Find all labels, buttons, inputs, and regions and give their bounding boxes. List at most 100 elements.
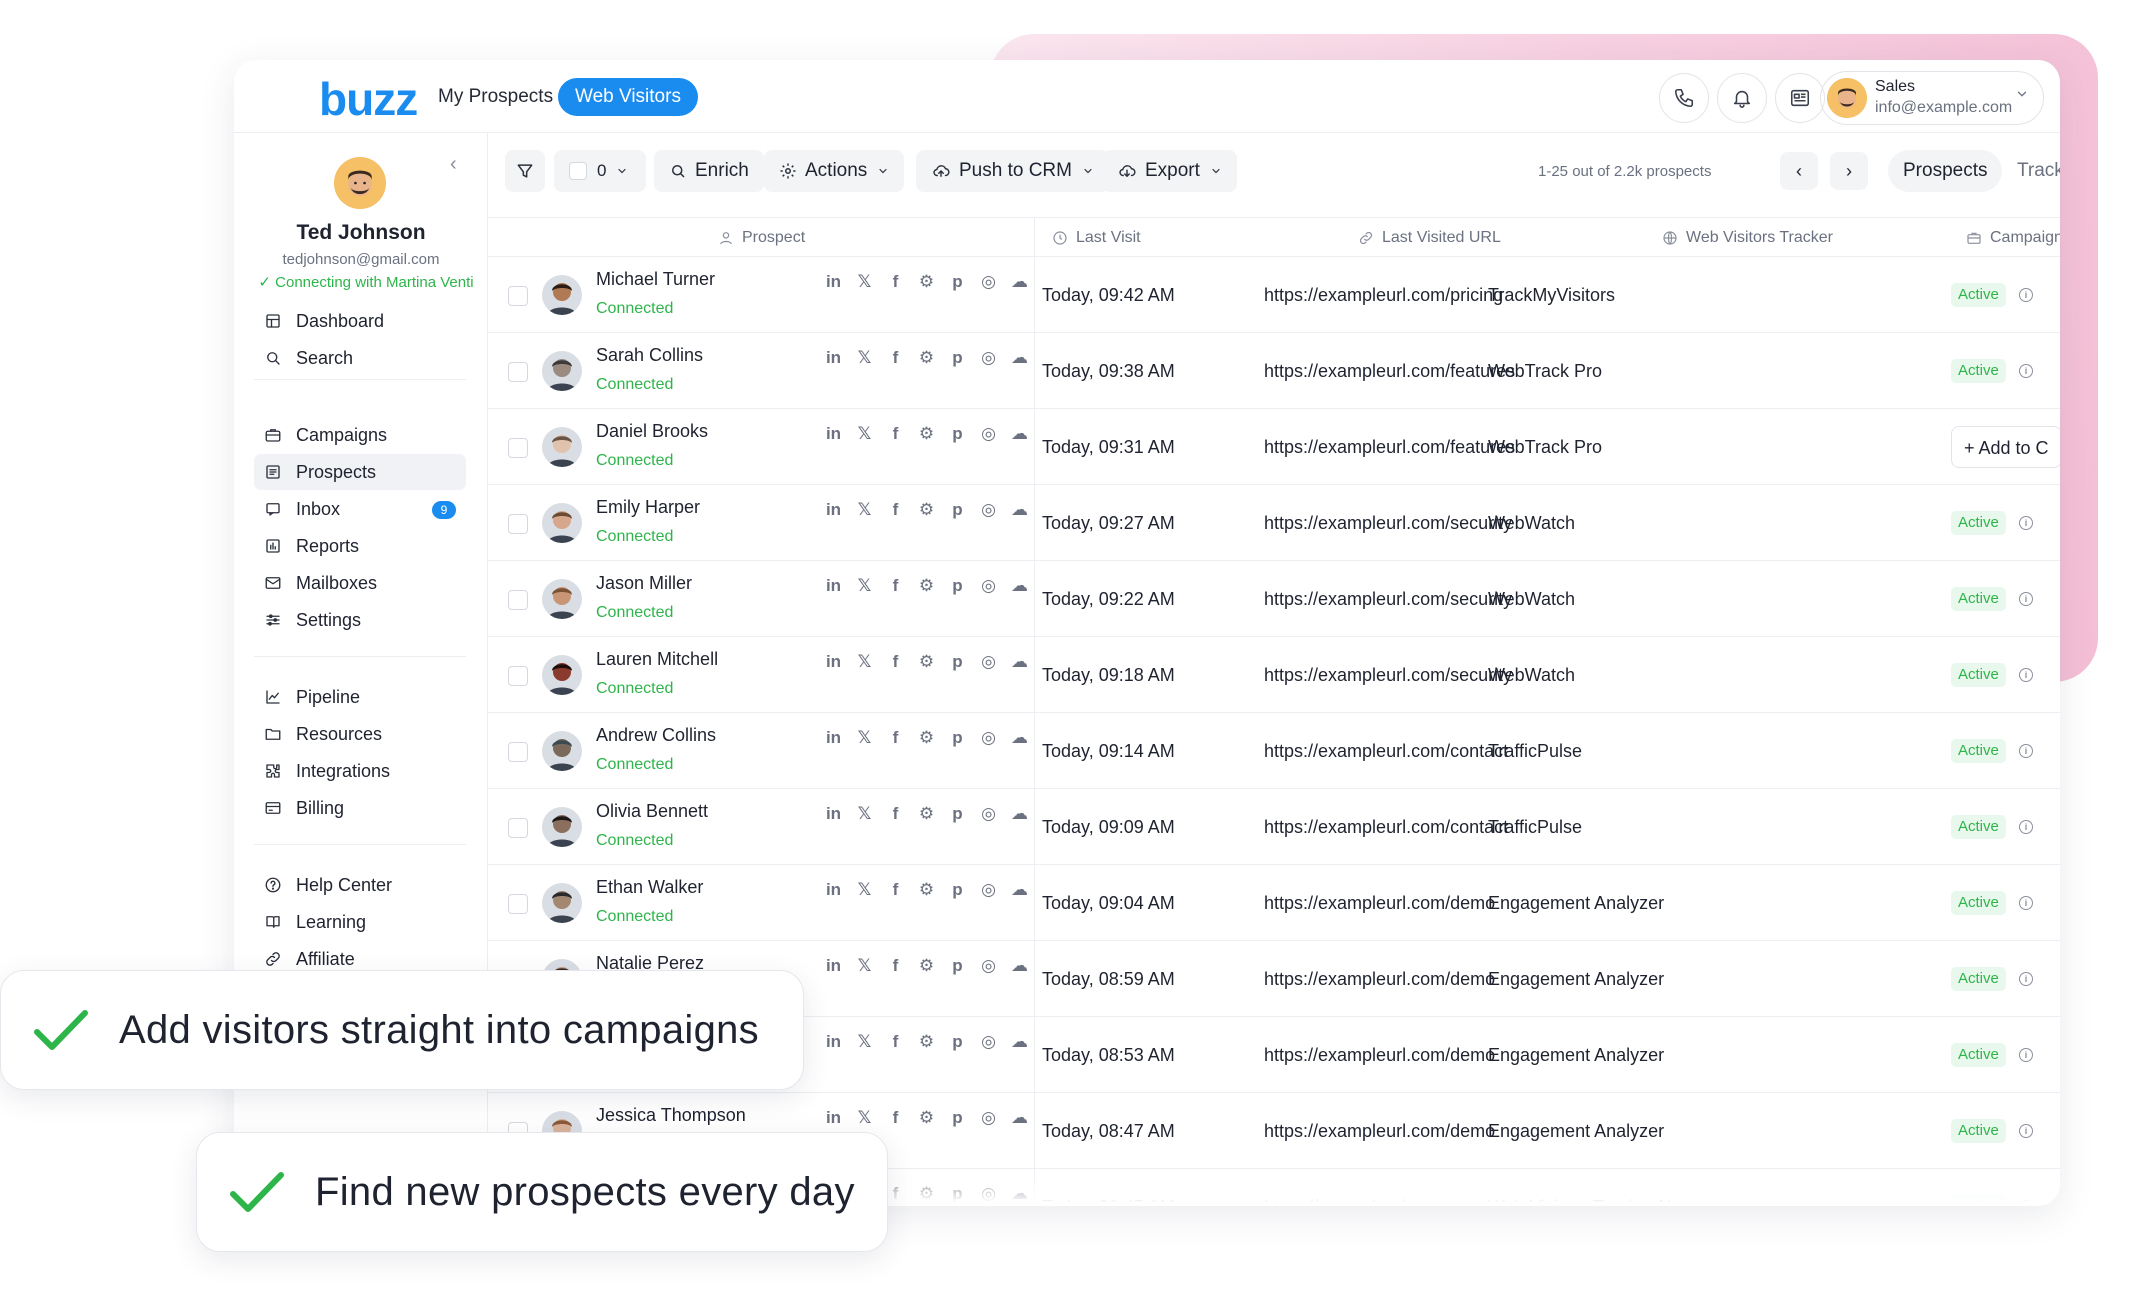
facebook-icon[interactable]: f xyxy=(880,271,911,293)
view-trackers[interactable]: Trackers xyxy=(2002,150,2060,192)
hubspot-icon[interactable]: ⚙ xyxy=(911,423,942,445)
table-row[interactable]: Daniel Brooks Connected in 𝕏f ⚙ p ◎ ☁ Today, 09:… xyxy=(488,409,2060,485)
user-menu[interactable]: Sales info@example.com xyxy=(1820,71,2044,125)
tab-web-visitors[interactable]: Web Visitors xyxy=(558,78,698,116)
dribbble-icon[interactable]: ◎ xyxy=(973,347,1004,369)
salesforce-icon[interactable]: ☁ xyxy=(1004,347,1035,369)
view-prospects[interactable]: Prospects xyxy=(1888,150,2003,192)
select-all-checkbox[interactable] xyxy=(569,162,587,180)
pipedrive-icon[interactable]: p xyxy=(942,803,973,825)
facebook-icon[interactable]: f xyxy=(880,955,911,977)
sidebar-item-help-center[interactable]: Help Center xyxy=(254,867,466,903)
linkedin-icon[interactable]: in xyxy=(818,651,849,673)
info-icon[interactable]: i xyxy=(2019,896,2033,910)
pipedrive-icon[interactable]: p xyxy=(942,727,973,749)
salesforce-icon[interactable]: ☁ xyxy=(1004,1031,1035,1053)
linkedin-icon[interactable]: in xyxy=(818,803,849,825)
visited-url[interactable]: https://exampleurl.com/features xyxy=(1264,333,1515,409)
sidebar-item-mailboxes[interactable]: Mailboxes xyxy=(254,565,466,601)
x-twitter-icon[interactable]: 𝕏 xyxy=(849,955,880,977)
hubspot-icon[interactable]: ⚙ xyxy=(911,271,942,293)
visited-url[interactable]: https://exampleurl.com/security xyxy=(1264,561,1512,637)
visited-url[interactable]: https://exampleurl.com/security xyxy=(1264,485,1512,561)
actions-button[interactable]: Actions xyxy=(764,150,905,192)
pipedrive-icon[interactable]: p xyxy=(942,271,973,293)
notifications-button[interactable] xyxy=(1717,73,1767,123)
prev-page-button[interactable]: ‹ xyxy=(1780,152,1818,190)
dribbble-icon[interactable]: ◎ xyxy=(973,803,1004,825)
prospect-name[interactable]: Michael Turner xyxy=(596,269,715,290)
visited-url[interactable]: https://exampleurl.com/contact xyxy=(1264,713,1508,789)
visited-url[interactable]: https://exampleurl.com/pricing xyxy=(1264,257,1503,333)
linkedin-icon[interactable]: in xyxy=(818,575,849,597)
x-twitter-icon[interactable]: 𝕏 xyxy=(849,271,880,293)
info-icon[interactable]: i xyxy=(2019,1048,2033,1062)
table-row[interactable]: Sarah Collins Connected in 𝕏f ⚙ p ◎ ☁ Today, 09:… xyxy=(488,333,2060,409)
hubspot-icon[interactable]: ⚙ xyxy=(911,651,942,673)
filter-button[interactable] xyxy=(505,150,545,192)
table-row[interactable]: Lauren Mitchell Connected in 𝕏f ⚙ p ◎ ☁ Today, 0… xyxy=(488,637,2060,713)
visited-url[interactable]: https://exampleurl.com/features xyxy=(1264,409,1515,485)
pipedrive-icon[interactable]: p xyxy=(942,955,973,977)
info-icon[interactable]: i xyxy=(2019,668,2033,682)
linkedin-icon[interactable]: in xyxy=(818,499,849,521)
facebook-icon[interactable]: f xyxy=(880,803,911,825)
column-prospect[interactable]: Prospect xyxy=(718,218,805,258)
hubspot-icon[interactable]: ⚙ xyxy=(911,347,942,369)
collapse-sidebar-icon[interactable]: ‹ xyxy=(450,153,457,176)
column-web-visitors-tracker[interactable]: Web Visitors Tracker xyxy=(1662,218,1833,258)
next-page-button[interactable]: › xyxy=(1830,152,1868,190)
visited-url[interactable]: https://exampleurl.com/demo xyxy=(1264,1093,1495,1169)
info-icon[interactable]: i xyxy=(2019,592,2033,606)
info-icon[interactable]: i xyxy=(2019,1124,2033,1138)
facebook-icon[interactable]: f xyxy=(880,499,911,521)
x-twitter-icon[interactable]: 𝕏 xyxy=(849,803,880,825)
add-to-campaign-button[interactable]: + Add to C xyxy=(1951,426,2060,468)
hubspot-icon[interactable]: ⚙ xyxy=(911,879,942,901)
pipedrive-icon[interactable]: p xyxy=(942,423,973,445)
prospect-name[interactable]: Jessica Thompson xyxy=(596,1105,746,1126)
sidebar-item-pipeline[interactable]: Pipeline xyxy=(254,679,466,715)
visited-url[interactable]: https://exampleurl.com/security xyxy=(1264,637,1512,713)
dribbble-icon[interactable]: ◎ xyxy=(973,1031,1004,1053)
export-button[interactable]: Export xyxy=(1102,150,1237,192)
select-all-dropdown[interactable]: 0 xyxy=(554,150,646,192)
visited-url[interactable]: https://exampleurl.com/contact xyxy=(1264,789,1508,865)
info-icon[interactable]: i xyxy=(2019,820,2033,834)
facebook-icon[interactable]: f xyxy=(880,1031,911,1053)
salesforce-icon[interactable]: ☁ xyxy=(1004,879,1035,901)
phone-button[interactable] xyxy=(1659,73,1709,123)
salesforce-icon[interactable]: ☁ xyxy=(1004,803,1035,825)
dribbble-icon[interactable]: ◎ xyxy=(973,499,1004,521)
row-checkbox[interactable] xyxy=(508,286,528,306)
salesforce-icon[interactable]: ☁ xyxy=(1004,727,1035,749)
hubspot-icon[interactable]: ⚙ xyxy=(911,575,942,597)
prospect-name[interactable]: Andrew Collins xyxy=(596,725,716,746)
x-twitter-icon[interactable]: 𝕏 xyxy=(849,575,880,597)
tab-my-prospects[interactable]: My Prospects xyxy=(421,78,570,116)
hubspot-icon[interactable]: ⚙ xyxy=(911,803,942,825)
info-icon[interactable]: i xyxy=(2019,288,2033,302)
row-checkbox[interactable] xyxy=(508,590,528,610)
sidebar-item-reports[interactable]: Reports xyxy=(254,528,466,564)
visited-url[interactable]: https://exampleurl.com/demo xyxy=(1264,941,1495,1017)
x-twitter-icon[interactable]: 𝕏 xyxy=(849,423,880,445)
buzz-logo[interactable]: buzz xyxy=(319,72,418,126)
dribbble-icon[interactable]: ◎ xyxy=(973,1107,1004,1129)
sidebar-item-integrations[interactable]: Integrations xyxy=(254,753,466,789)
table-row[interactable]: Andrew Collins Connected in 𝕏f ⚙ p ◎ ☁ Today, 09… xyxy=(488,713,2060,789)
x-twitter-icon[interactable]: 𝕏 xyxy=(849,347,880,369)
row-checkbox[interactable] xyxy=(508,818,528,838)
sidebar-item-prospects[interactable]: Prospects xyxy=(254,454,466,490)
dribbble-icon[interactable]: ◎ xyxy=(973,423,1004,445)
prospect-name[interactable]: Jason Miller xyxy=(596,573,692,594)
salesforce-icon[interactable]: ☁ xyxy=(1004,651,1035,673)
dribbble-icon[interactable]: ◎ xyxy=(973,955,1004,977)
column-last-visited-url[interactable]: Last Visited URL xyxy=(1358,218,1501,258)
pipedrive-icon[interactable]: p xyxy=(942,575,973,597)
hubspot-icon[interactable]: ⚙ xyxy=(911,499,942,521)
column-campaign[interactable]: Campaign xyxy=(1966,218,2060,258)
x-twitter-icon[interactable]: 𝕏 xyxy=(849,1031,880,1053)
table-row[interactable]: Michael Turner Connected in 𝕏f ⚙ p ◎ ☁ Today, 09… xyxy=(488,257,2060,333)
salesforce-icon[interactable]: ☁ xyxy=(1004,499,1035,521)
